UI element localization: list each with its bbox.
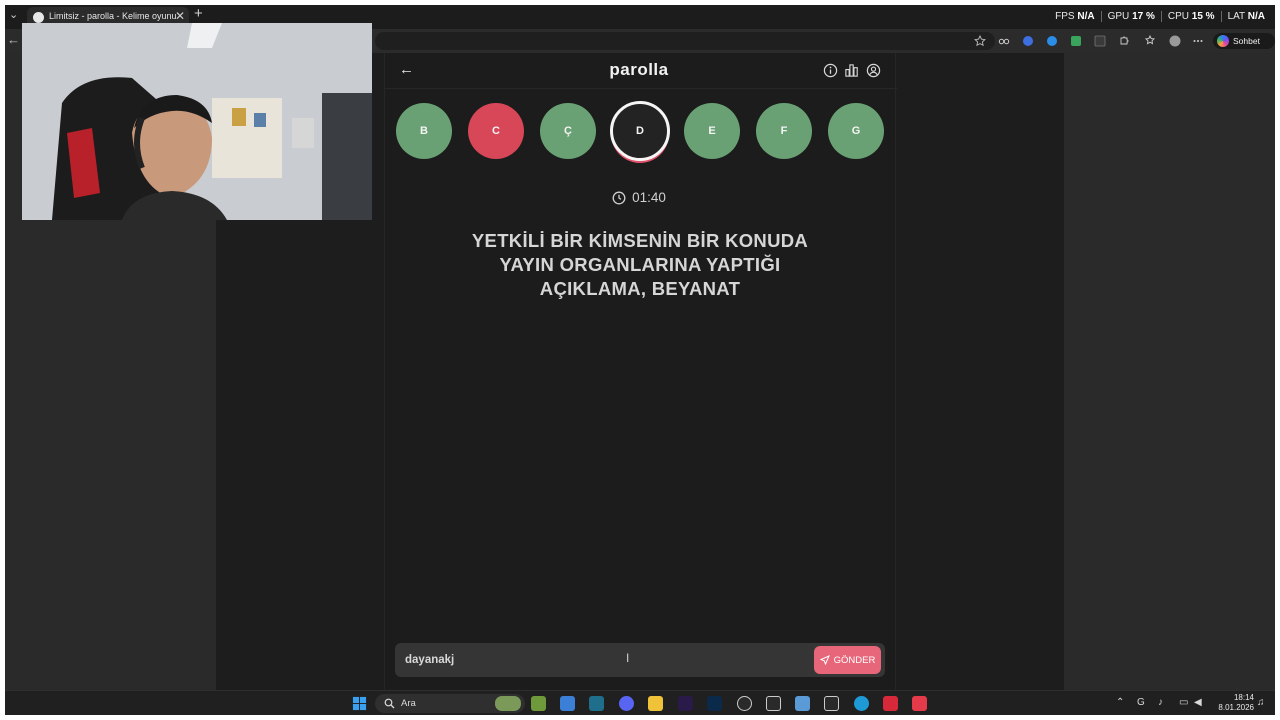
app-icon-10[interactable] [795,696,810,711]
extension-blue-icon[interactable] [1022,35,1034,47]
letter-e: E [684,103,740,159]
letter-b: B [396,103,452,159]
app-icon-8[interactable] [737,696,752,711]
letter-c-cedilla: Ç [540,103,596,159]
extension-dark-icon[interactable] [1094,35,1106,47]
tray-network-icon[interactable]: ▭ [1179,697,1188,708]
logitech-icon[interactable] [766,696,781,711]
right-gutter [1064,53,1275,690]
search-icon [384,698,395,709]
photoshop-icon[interactable] [707,696,722,711]
question-line: YAYIN ORGANLARINA YAPTIĞI [499,254,781,275]
copilot-icon [1217,35,1229,47]
tab-list-chevron-icon[interactable]: ⌄ [9,8,18,21]
performance-overlay: FPS N/A GPU 17 % CPU 15 % LAT N/A [1049,11,1271,22]
fps-stat: FPS N/A [1049,11,1102,22]
letter-wheel: B C Ç D E F G [396,101,886,161]
app-icon-13[interactable] [883,696,898,711]
letter-d-current: D [610,101,670,161]
address-bar[interactable] [375,32,995,50]
app-title: parolla [609,60,669,79]
answer-input[interactable] [405,651,705,669]
clock-icon [612,191,626,204]
tray-volume-icon[interactable]: ◀ [1194,697,1202,708]
user-account-icon[interactable] [866,63,881,78]
store-icon[interactable] [560,696,575,711]
cpu-stat: CPU 15 % [1162,11,1222,22]
letter-f: F [756,103,812,159]
notification-bell-icon[interactable]: ♫ [1257,697,1265,708]
send-arrow-icon [819,655,830,665]
tab-title: Limitsiz - parolla - Kelime oyunu [49,11,177,21]
countdown-timer: 01:40 [385,190,893,205]
clock-date: 8.01.2026 [1218,703,1254,712]
new-tab-button[interactable]: + [194,5,203,22]
profile-avatar-icon[interactable] [1169,35,1181,47]
question-text: YETKİLİ BİR KİMSENİN BİR KONUDA YAYIN OR… [445,229,835,301]
windows-taskbar: Ara ⌃ G ♪ ▭ ◀ 18:14 8.01.2026 ♫ [5,690,1275,715]
text-cursor-icon: I [626,651,630,665]
app-icon-14[interactable] [912,696,927,711]
webcam-overlay [22,23,372,220]
tray-mic-icon[interactable]: ♪ [1158,697,1163,708]
premiere-icon[interactable] [678,696,693,711]
capcut-icon[interactable] [824,696,839,711]
extension-glasses-icon[interactable] [998,35,1010,47]
tab-close-icon[interactable]: ✕ [175,9,185,23]
favorites-icon[interactable] [1145,35,1157,47]
streamer-webcam-image [22,23,372,220]
question-line: YETKİLİ BİR KİMSENİN BİR KONUDA [471,230,809,251]
extension-green-icon[interactable] [1070,35,1082,47]
extensions-puzzle-icon[interactable] [1118,35,1130,47]
parolla-app: ← parolla B C Ç D E F G 01:40 YETKİLİ Bİ… [384,53,897,690]
answer-bar: I GÖNDER [395,643,885,677]
taskbar-search[interactable]: Ara [375,694,525,713]
timer-value: 01:40 [632,190,666,205]
search-label: Ara [401,698,416,709]
favorite-star-icon[interactable] [974,35,986,47]
search-highlight-icon [495,696,521,711]
parolla-favicon-icon [33,12,44,23]
more-options-icon[interactable] [1192,35,1204,47]
app-icon-1[interactable] [531,696,546,711]
clock-time: 18:14 [1233,693,1254,702]
send-button[interactable]: GÖNDER [814,646,881,674]
windows-start-icon[interactable] [352,696,367,711]
stats-chart-icon[interactable] [844,63,859,78]
extension-shield-icon[interactable] [1046,35,1058,47]
tray-chevron-icon[interactable]: ⌃ [1116,697,1124,708]
send-button-label: GÖNDER [833,654,876,666]
letter-g: G [828,103,884,159]
app-header: ← parolla [385,53,897,89]
letter-c: C [468,103,524,159]
app-icon-3[interactable] [589,696,604,711]
discord-icon[interactable] [619,696,634,711]
info-icon[interactable] [823,63,838,78]
question-line: AÇIKLAMA, BEYANAT [539,278,741,299]
file-explorer-icon[interactable] [648,696,663,711]
copilot-chat-button[interactable]: Sohbet et [1213,33,1275,62]
screen-frame: ⌄ Limitsiz - parolla - Kelime oyunu ✕ + … [5,5,1275,715]
browser-back-icon[interactable]: ← [7,32,20,47]
edge-icon[interactable] [854,696,869,711]
lat-stat: LAT N/A [1227,11,1265,22]
gpu-stat: GPU 17 % [1102,11,1162,22]
taskbar-clock[interactable]: 18:14 8.01.2026 [1210,693,1254,713]
tray-logitech-icon[interactable]: G [1137,697,1145,708]
